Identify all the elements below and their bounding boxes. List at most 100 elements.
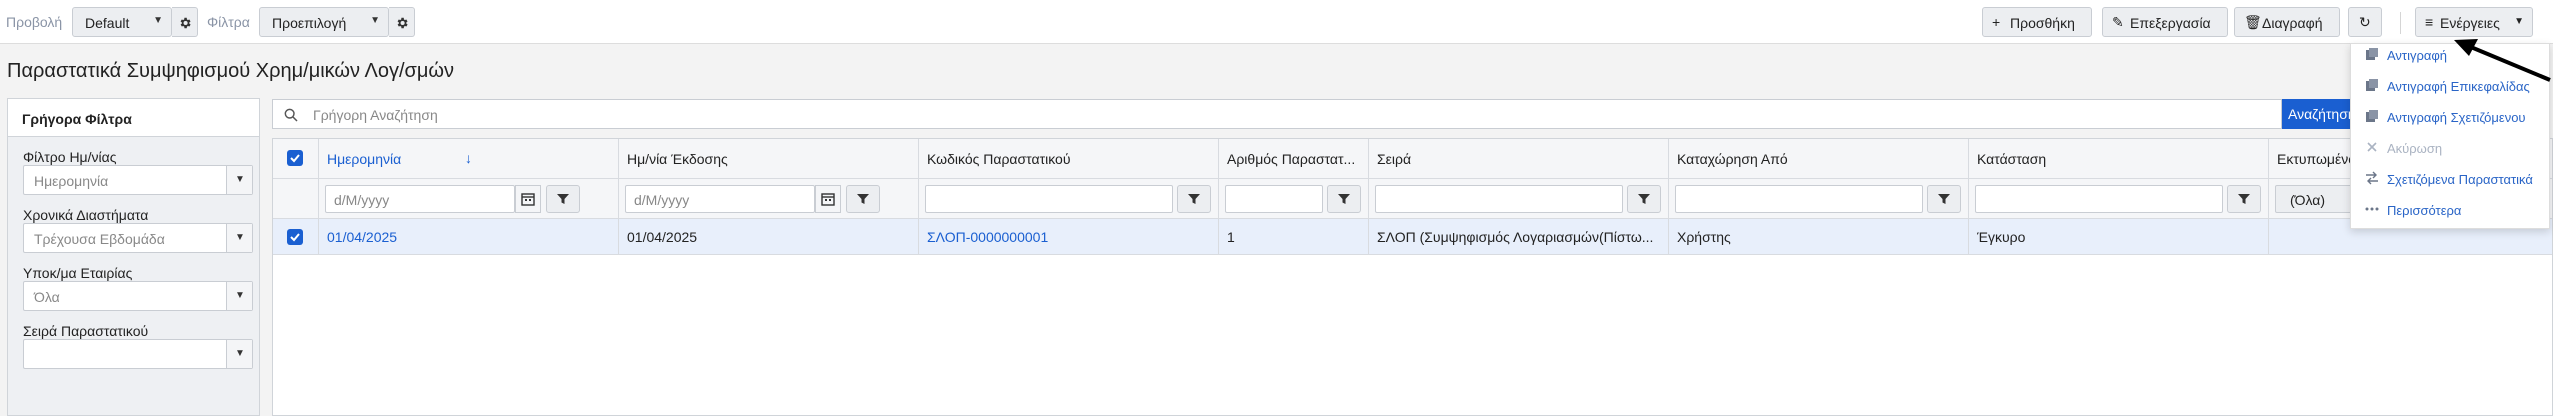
gear-icon — [397, 17, 408, 29]
grid-header-row: Ημερομηνία ↓ Ημ/νία Έκδοσης Κωδικός Παρα… — [273, 139, 2552, 179]
column-header-entered-by[interactable]: Καταχώρηση Από — [1669, 139, 1969, 178]
code-filter-button[interactable] — [1177, 185, 1211, 213]
column-header-number-label: Αριθμός Παραστατ... — [1227, 151, 1356, 167]
issue-date-value: 01/04/2025 — [627, 229, 698, 245]
copy-related-icon — [2366, 110, 2378, 122]
menu-item-related-documents[interactable]: Σχετιζόμενα Παραστατικά — [2351, 168, 2549, 190]
edit-button[interactable]: ✎ Επεξεργασία — [2102, 7, 2228, 37]
time-periods-select[interactable]: Τρέχουσα Εβδομάδα ▼ — [23, 223, 253, 253]
toolbar-divider — [2400, 12, 2401, 34]
cell-entered-by: Χρήστης — [1669, 219, 1969, 254]
cell-date: 01/04/2025 — [319, 219, 619, 254]
date-picker-button[interactable] — [515, 185, 541, 213]
date-filter-input[interactable]: d/M/yyyy — [325, 185, 515, 213]
issue-date-picker-button[interactable] — [815, 185, 841, 213]
actions-button[interactable]: ≡ Ενέργειες ▼ — [2415, 7, 2533, 37]
menu-item-more[interactable]: Περισσότερα — [2351, 199, 2549, 221]
plus-icon: + — [1992, 14, 2001, 30]
documents-grid: Ημερομηνία ↓ Ημ/νία Έκδοσης Κωδικός Παρα… — [272, 138, 2553, 416]
number-filter-input[interactable] — [1225, 185, 1323, 213]
delete-button[interactable]: 🗑 Διαγραφή — [2234, 7, 2340, 37]
search-icon — [284, 108, 298, 122]
table-row[interactable]: 01/04/2025 01/04/2025 ΣΛΟΠ-0000000001 1 … — [273, 219, 2552, 255]
company-branch-value: Όλα — [34, 289, 60, 305]
filter-cell-code — [919, 179, 1219, 218]
series-filter-button[interactable] — [1627, 185, 1661, 213]
cell-code: ΣΛΟΠ-0000000001 — [919, 219, 1219, 254]
company-branch-select[interactable]: Όλα ▼ — [23, 281, 253, 311]
view-settings-button[interactable] — [172, 7, 198, 37]
gear-icon — [180, 17, 191, 29]
page-title: Παραστατικά Συμψηφισμού Χρημ/μικών Λογ/σ… — [7, 60, 455, 82]
filter-icon — [2238, 194, 2250, 204]
caret-down-icon: ▼ — [235, 348, 245, 359]
row-checkbox[interactable] — [287, 229, 303, 245]
column-header-issue-date[interactable]: Ημ/νία Έκδοσης — [619, 139, 919, 178]
entered-by-filter-input[interactable] — [1675, 185, 1923, 213]
quick-filters-panel: Γρήγορα Φίλτρα Φίλτρο Ημ/νίας Ημερομηνία… — [7, 98, 260, 416]
document-series-dropdown-button[interactable]: ▼ — [226, 340, 252, 368]
number-filter-button[interactable] — [1327, 185, 1361, 213]
filter-icon — [1638, 194, 1650, 204]
time-periods-dropdown-button[interactable]: ▼ — [226, 224, 252, 252]
search-placeholder: Γρήγορη Αναζήτηση — [313, 107, 438, 123]
date-filter-button[interactable] — [546, 185, 580, 213]
copy-header-icon — [2366, 79, 2378, 91]
select-all-checkbox[interactable] — [287, 150, 303, 166]
grid-filter-row: d/M/yyyy d/M/yyyy (Όλα) — [273, 179, 2552, 219]
filter-cell-issue-date: d/M/yyyy — [619, 179, 919, 218]
status-filter-button[interactable] — [2227, 185, 2261, 213]
filters-dropdown[interactable]: Προεπιλογή ▼ — [259, 7, 389, 37]
document-code-link[interactable]: ΣΛΟΠ-0000000001 — [927, 229, 1048, 245]
filter-icon — [557, 194, 569, 204]
document-series-label: Σειρά Παραστατικού — [23, 323, 149, 339]
document-series-select[interactable]: ▼ — [23, 339, 253, 369]
filter-cell-date: d/M/yyyy — [319, 179, 619, 218]
trash-icon: 🗑 — [2244, 14, 2262, 30]
status-value: Έγκυρο — [1977, 229, 2026, 245]
date-filter-dropdown-button[interactable]: ▼ — [226, 166, 252, 194]
column-header-number[interactable]: Αριθμός Παραστατ... — [1219, 139, 1369, 178]
view-dropdown[interactable]: Default ▼ — [72, 7, 172, 37]
column-header-code-label: Κωδικός Παραστατικού — [927, 151, 1071, 167]
cell-issue-date: 01/04/2025 — [619, 219, 919, 254]
column-header-code[interactable]: Κωδικός Παραστατικού — [919, 139, 1219, 178]
cancel-icon — [2367, 142, 2377, 152]
date-filter-label: Φίλτρο Ημ/νίας — [23, 149, 117, 165]
column-header-status-label: Κατάσταση — [1977, 151, 2047, 167]
issue-date-filter-input[interactable]: d/M/yyyy — [625, 185, 815, 213]
column-header-entered-by-label: Καταχώρηση Από — [1677, 151, 1788, 167]
cell-status: Έγκυρο — [1969, 219, 2269, 254]
issue-date-filter-button[interactable] — [846, 185, 880, 213]
company-branch-dropdown-button[interactable]: ▼ — [226, 282, 252, 310]
menu-icon: ≡ — [2425, 14, 2434, 30]
column-header-date[interactable]: Ημερομηνία ↓ — [319, 139, 619, 178]
filters-dropdown-value: Προεπιλογή — [272, 15, 347, 31]
date-link[interactable]: 01/04/2025 — [327, 229, 397, 245]
series-filter-input[interactable] — [1375, 185, 1623, 213]
column-header-status[interactable]: Κατάσταση — [1969, 139, 2269, 178]
column-header-series[interactable]: Σειρά — [1369, 139, 1669, 178]
menu-item-copy-related[interactable]: Αντιγραφή Σχετιζόμενου — [2351, 106, 2549, 128]
check-icon — [290, 233, 300, 242]
entered-by-filter-button[interactable] — [1927, 185, 1961, 213]
search-button[interactable]: Αναζήτηση — [2282, 99, 2352, 129]
date-filter-placeholder: d/M/yyyy — [334, 192, 390, 208]
caret-down-icon: ▼ — [235, 290, 245, 301]
status-filter-input[interactable] — [1975, 185, 2223, 213]
add-button[interactable]: + Προσθήκη — [1982, 7, 2092, 37]
add-button-label: Προσθήκη — [2010, 15, 2075, 31]
column-header-printed-label: Εκτυπωμένο — [2277, 151, 2357, 167]
document-number-value: 1 — [1227, 229, 1235, 245]
view-label: Προβολή — [6, 14, 63, 30]
date-filter-select[interactable]: Ημερομηνία ▼ — [23, 165, 253, 195]
select-all-cell — [273, 139, 319, 178]
code-filter-input[interactable] — [925, 185, 1173, 213]
refresh-button[interactable]: ↻ — [2348, 7, 2382, 37]
top-toolbar: Προβολή Default ▼ Φίλτρα Προεπιλογή ▼ + … — [0, 0, 2553, 44]
menu-item-more-label: Περισσότερα — [2387, 203, 2462, 218]
filters-label: Φίλτρα — [207, 14, 250, 30]
chevron-down-icon: ▼ — [153, 15, 163, 26]
filters-settings-button[interactable] — [389, 7, 415, 37]
quick-search-input[interactable]: Γρήγορη Αναζήτηση — [272, 99, 2282, 129]
